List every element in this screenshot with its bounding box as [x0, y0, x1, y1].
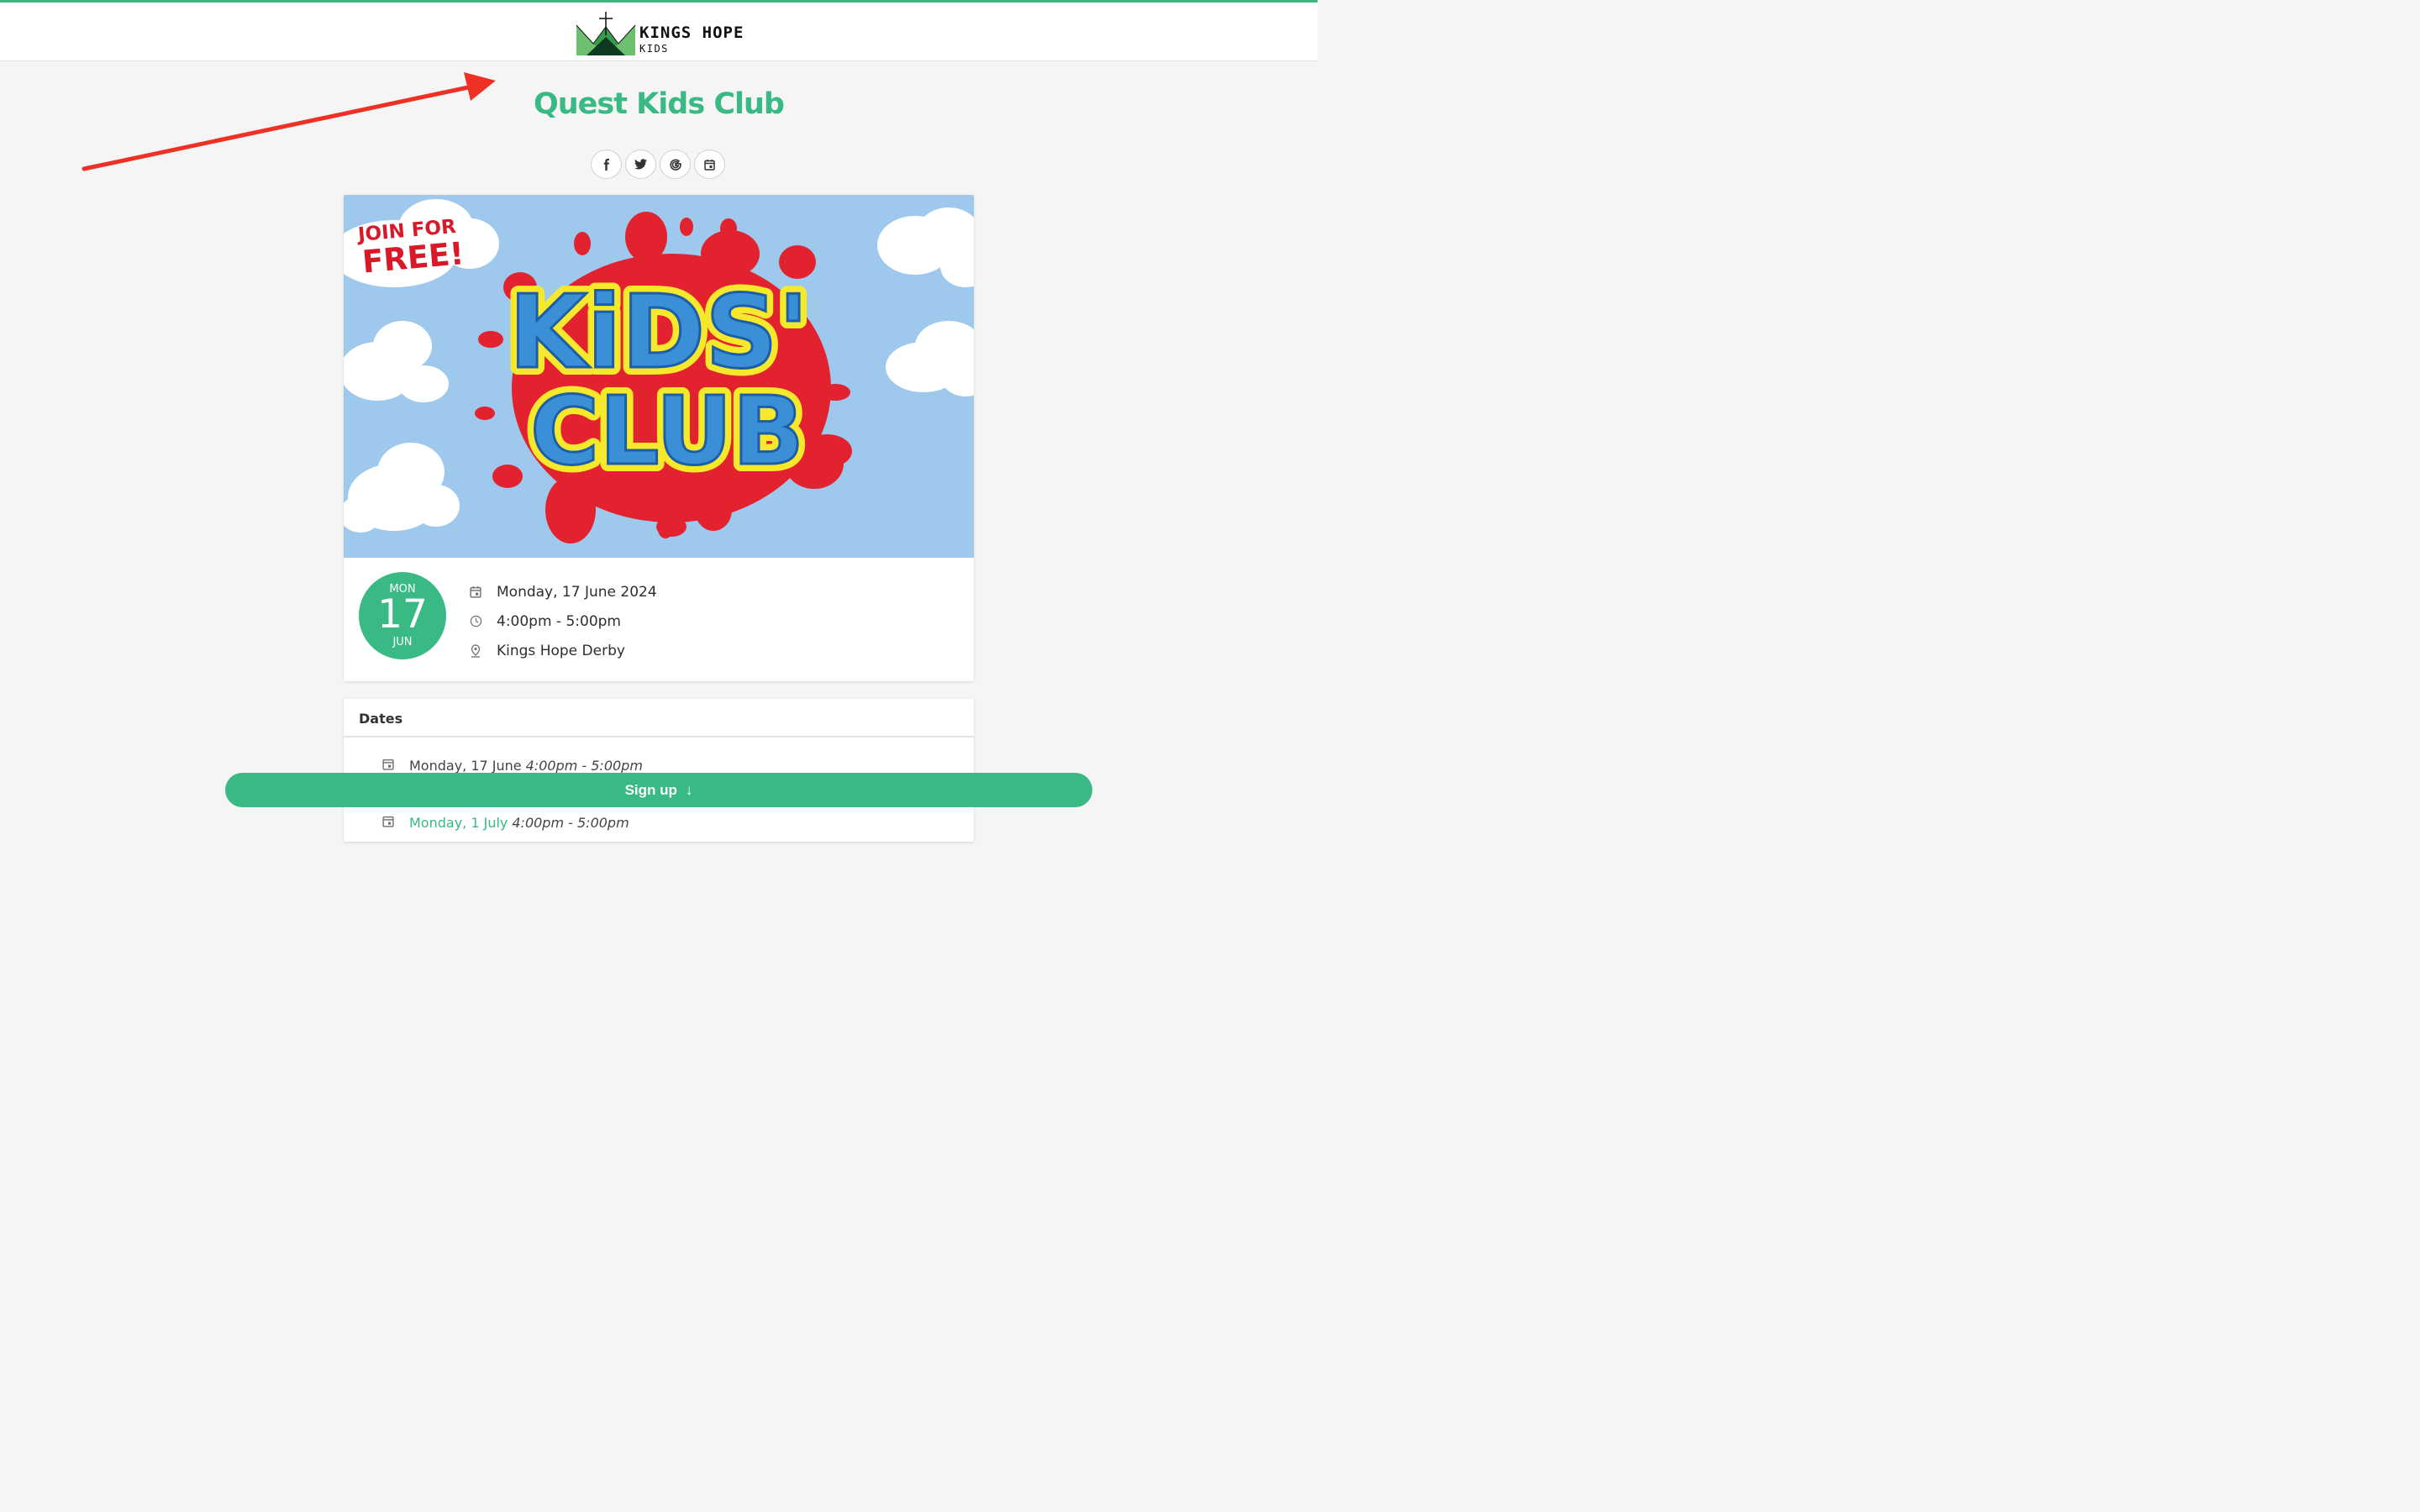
event-time-row: 4:00pm - 5:00pm [470, 606, 657, 636]
kids-club-artwork: JOIN FOR FREE! KiDS' KiDS' CLUB CLUB [344, 199, 974, 543]
share-buttons [591, 150, 725, 179]
date-list-item: Monday, 17 June 4:00pm - 5:00pm [382, 758, 643, 774]
add-to-calendar-button[interactable] [694, 150, 725, 179]
google-icon [669, 159, 681, 171]
calendar-icon [470, 586, 481, 598]
event-time: 4:00pm - 5:00pm [497, 612, 621, 630]
logo-name: KINGS HOPE [639, 24, 744, 42]
svg-text:CLUB: CLUB [530, 377, 804, 486]
badge-day: 17 [377, 591, 428, 638]
svg-text:FREE!: FREE! [360, 235, 465, 280]
event-location: Kings Hope Derby [497, 642, 625, 659]
clock-icon [470, 615, 482, 627]
event-location-row: Kings Hope Derby [470, 636, 657, 665]
event-date-row: Monday, 17 June 2024 [470, 577, 657, 606]
event-card: JOIN FOR FREE! KiDS' KiDS' CLUB CLUB MON… [344, 195, 974, 681]
date-list-date-link[interactable]: Monday, 1 July [409, 815, 508, 831]
date-list-date: Monday, 17 June [409, 758, 522, 774]
calendar-icon [704, 159, 715, 171]
sign-up-button[interactable]: Sign up ↓ [225, 773, 1092, 807]
calendar-icon [382, 759, 394, 770]
date-list-time: 4:00pm - 5:00pm [512, 815, 629, 831]
event-date: Monday, 17 June 2024 [497, 583, 657, 601]
svg-text:KiDS': KiDS' [509, 275, 809, 391]
date-list-time: 4:00pm - 5:00pm [525, 758, 643, 774]
twitter-share-button[interactable] [625, 150, 656, 179]
dates-card: Dates Monday, 17 June 4:00pm - 5:00pm Mo… [344, 699, 974, 842]
calendar-icon [382, 816, 394, 827]
page-title: Quest Kids Club [533, 87, 785, 121]
badge-month: JUN [392, 636, 413, 648]
facebook-icon [603, 158, 609, 171]
kings-hope-kids-logo[interactable]: KINGS HOPE KIDS [575, 10, 751, 55]
date-badge: MON 17 JUN [359, 572, 446, 659]
sign-up-label: Sign up [624, 781, 677, 798]
facebook-share-button[interactable] [591, 150, 622, 179]
logo-subtitle: KIDS [639, 43, 669, 55]
dates-heading: Dates [344, 699, 974, 738]
event-banner-image: JOIN FOR FREE! KiDS' KiDS' CLUB CLUB [344, 195, 974, 558]
event-details: Monday, 17 June 2024 4:00pm - 5:00pm Kin… [470, 577, 657, 665]
arrow-down-icon: ↓ [685, 781, 693, 798]
location-pin-icon [471, 643, 481, 658]
date-list-item[interactable]: Monday, 1 July 4:00pm - 5:00pm [382, 815, 629, 831]
twitter-icon [634, 159, 647, 170]
crown-logo-icon [576, 12, 636, 55]
google-share-button[interactable] [660, 150, 691, 179]
